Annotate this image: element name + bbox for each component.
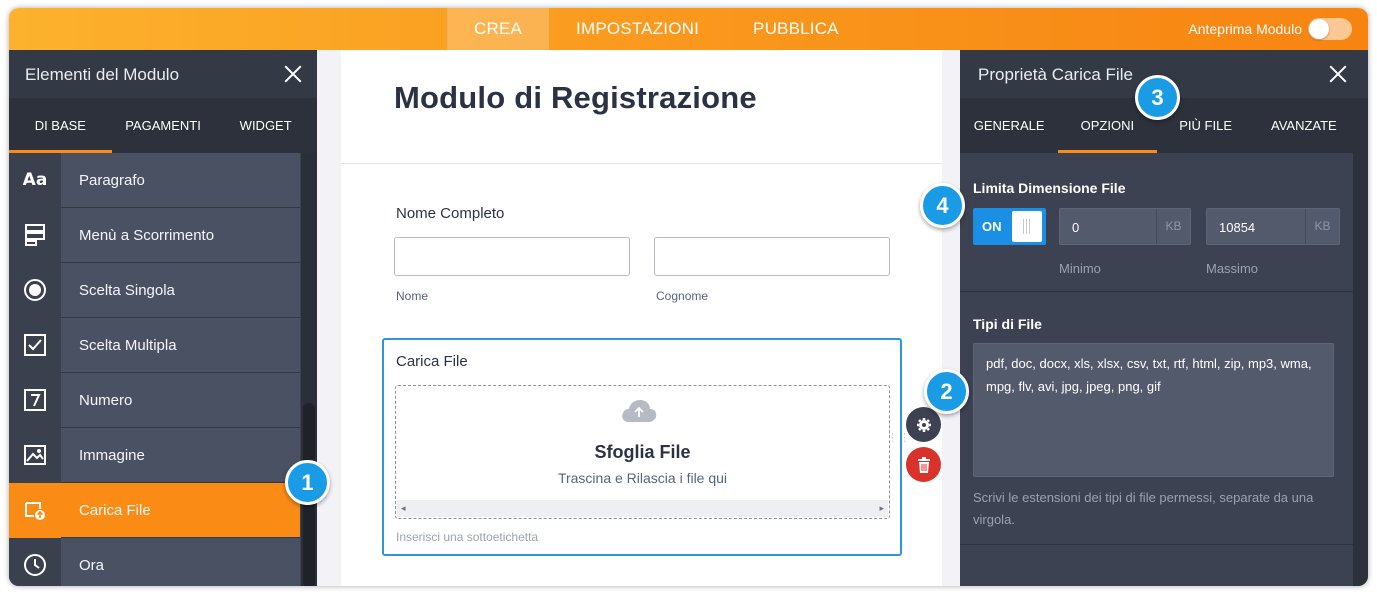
file-upload-field[interactable]: Carica File Sfoglia File Trascina e Rila… [382,338,902,556]
max-size-value: 10854 [1219,220,1256,235]
paragraph-icon: Aa [9,152,61,208]
file-upload-icon [9,482,61,538]
file-types-textarea[interactable]: pdf, doc, docx, xls, xlsx, csv, txt, rtf… [973,343,1334,477]
field-settings-button[interactable] [906,407,941,442]
scroll-left-icon[interactable]: ◂ [401,503,406,514]
full-name-label[interactable]: Nome Completo [396,205,504,222]
tab-di-base[interactable]: DI BASE [9,98,112,153]
toggle-state: ON [982,219,1002,234]
last-name-sublabel: Cognome [656,289,709,303]
trash-icon [917,456,930,473]
top-bar: CREA IMPOSTAZIONI PUBBLICA Anteprima Mod… [9,8,1368,50]
form-canvas: Modulo di Registrazione Nome Completo No… [341,50,942,586]
first-name-input[interactable] [394,237,630,276]
delete-field-button[interactable] [906,447,941,482]
number-icon [9,372,61,428]
max-size-unit: KB [1305,209,1339,244]
first-name-sublabel: Nome [396,289,429,303]
element-paragrafo[interactable]: Aa Paragrafo [9,152,300,208]
form-title[interactable]: Modulo di Registrazione [394,80,757,116]
min-size-unit: KB [1156,209,1190,244]
drop-zone[interactable]: Sfoglia File Trascina e Rilascia i file … [395,385,890,519]
element-menu-scorrimento[interactable]: Menù a Scorrimento [9,207,300,263]
left-scrollbar[interactable] [301,153,317,586]
tab-impostazioni[interactable]: IMPOSTAZIONI [549,8,726,50]
file-types-hint: Scrivi le estensioni dei tipi di file pe… [973,490,1314,527]
top-nav: CREA IMPOSTAZIONI PUBBLICA [447,8,866,50]
element-scelta-singola[interactable]: Scelta Singola [9,262,300,318]
cloud-upload-icon [622,400,657,422]
dropdown-icon [9,207,61,263]
limit-size-toggle[interactable]: ON [973,208,1046,245]
element-carica-file[interactable]: Carica File [9,482,300,538]
toggle-handle [1012,211,1042,242]
min-size-input[interactable]: 0 KB [1059,208,1191,245]
element-numero[interactable]: Numero [9,372,300,428]
element-label: Immagine [79,446,145,464]
left-panel-tabs: DI BASE PAGAMENTI WIDGET [9,98,317,153]
min-size-label: Minimo [1059,261,1101,276]
max-size-input[interactable]: 10854 KB [1206,208,1340,245]
gear-icon [916,417,931,432]
element-scelta-multipla[interactable]: Scelta Multipla [9,317,300,373]
tab-avanzate[interactable]: AVANZATE [1255,98,1353,153]
browse-files-button[interactable]: Sfoglia File [396,442,889,463]
section-divider [960,291,1353,292]
last-name-input[interactable] [654,237,890,276]
callout-badge-4: 4 [920,183,965,228]
callout-badge-3: 3 [1135,75,1180,120]
dropzone-scrollbar[interactable]: ◂ ▸ [397,500,888,517]
preview-toggle[interactable] [1308,18,1352,40]
tab-widget[interactable]: WIDGET [214,98,317,153]
element-ora[interactable]: Ora [9,537,300,586]
properties-panel: Proprietà Carica File GENERALE OPZIONI P… [960,50,1368,586]
close-icon[interactable] [1327,63,1349,85]
left-panel-header: Elementi del Modulo [9,50,317,98]
close-icon[interactable] [282,63,304,85]
left-panel-title: Elementi del Modulo [25,65,180,84]
image-icon [9,427,61,483]
preview-label: Anteprima Modulo [1188,21,1302,37]
right-scrollbar[interactable] [1353,98,1368,586]
callout-badge-2: 2 [924,369,969,414]
drag-handle-icon[interactable]: ⋮⋮ [887,433,911,444]
form-elements-panel: Elementi del Modulo DI BASE PAGAMENTI WI… [9,50,317,586]
element-list: Aa Paragrafo Menù a Scorrimento Scelta S… [9,152,300,586]
callout-badge-1: 1 [285,460,330,505]
preview-control: Anteprima Modulo [1188,18,1352,40]
element-label: Scelta Multipla [79,336,177,354]
tab-pubblica[interactable]: PUBBLICA [726,8,866,50]
element-label: Paragrafo [79,171,145,189]
tab-crea[interactable]: CREA [447,8,550,50]
right-panel-title: Proprietà Carica File [978,65,1133,84]
element-label: Numero [79,391,133,409]
element-immagine[interactable]: Immagine [9,427,300,483]
drag-drop-text: Trascina e Rilascia i file qui [557,470,728,486]
title-divider [341,163,942,164]
checkbox-icon [9,317,61,373]
file-types-title: Tipi di File [973,316,1042,332]
upload-label[interactable]: Carica File [396,353,468,370]
scroll-right-icon[interactable]: ▸ [879,503,884,514]
max-size-label: Massimo [1206,261,1259,276]
tab-generale[interactable]: GENERALE [960,98,1058,153]
radio-icon [9,262,61,318]
element-label: Carica File [79,501,151,519]
element-label: Ora [79,556,105,574]
toggle-knob [1309,19,1329,39]
limit-size-title: Limita Dimensione File [973,180,1126,196]
min-size-value: 0 [1072,220,1080,235]
tab-pagamenti[interactable]: PAGAMENTI [112,98,215,153]
element-label: Menù a Scorrimento [79,226,215,244]
element-label: Scelta Singola [79,281,175,299]
clock-icon [9,537,61,586]
section-divider [960,544,1353,545]
sublabel-placeholder[interactable]: Inserisci una sottoetichetta [396,530,538,544]
app-window: CREA IMPOSTAZIONI PUBBLICA Anteprima Mod… [9,8,1368,586]
